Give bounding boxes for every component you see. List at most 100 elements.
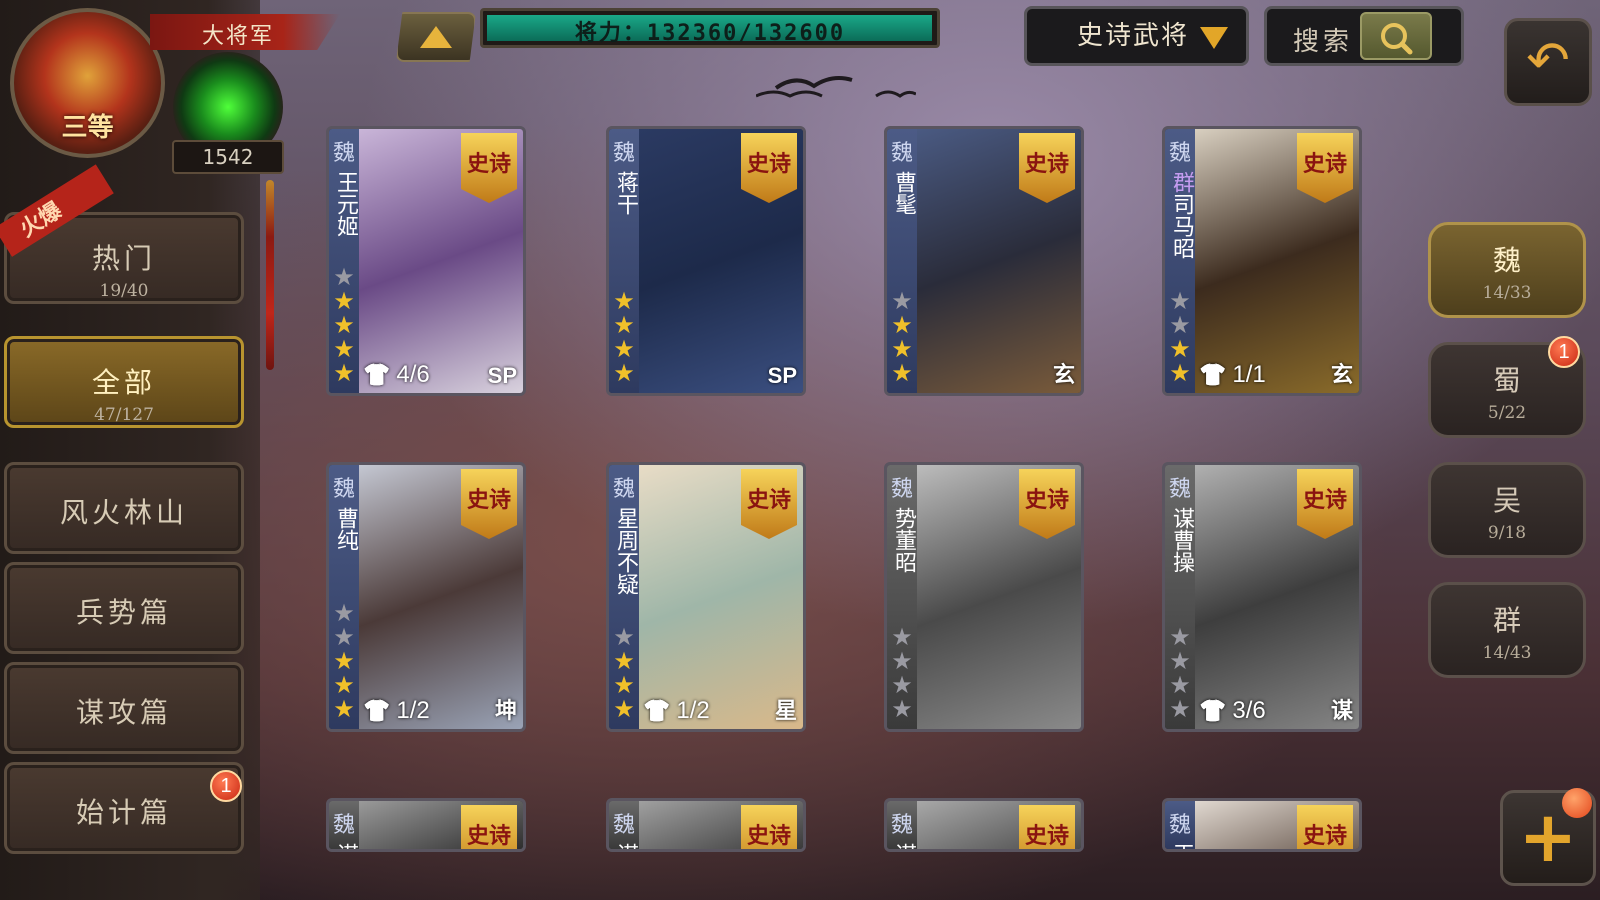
faction-tab-wei[interactable]: 魏 14/33 bbox=[1428, 222, 1586, 318]
skin-count: 👕 1/2 bbox=[363, 697, 430, 725]
skin-count-value: 4/6 bbox=[396, 361, 430, 388]
hero-card[interactable]: 魏王 史诗 bbox=[1162, 798, 1362, 852]
star-rating: ★ ★ ★ ★ bbox=[611, 625, 637, 721]
shirt-icon: 👕 bbox=[363, 698, 391, 723]
star-filled-icon: ★ bbox=[613, 671, 635, 699]
notification-badge: 1 bbox=[1548, 336, 1580, 368]
card-hero-name: 王元姬 bbox=[333, 171, 358, 237]
star-empty-icon: ★ bbox=[1169, 671, 1191, 699]
card-hero-name: 星周不疑 bbox=[613, 507, 638, 595]
hero-card[interactable]: 魏谋 史诗 bbox=[326, 798, 526, 852]
birds-decoration bbox=[755, 66, 917, 110]
power-text: 将力：132360/132600 bbox=[574, 21, 846, 46]
back-button[interactable]: ↶ bbox=[1504, 18, 1592, 106]
star-empty-icon: ★ bbox=[1169, 311, 1191, 339]
category-shiji[interactable]: 始计篇 bbox=[4, 762, 244, 854]
epic-filter-dropdown[interactable]: 史诗武将 bbox=[1024, 6, 1249, 66]
notification-badge: 1 bbox=[210, 770, 242, 802]
category-all[interactable]: 全部 47/127 bbox=[4, 336, 244, 428]
hero-card[interactable]: 魏星周不疑 ★ ★ ★ ★ 史诗 👕 1/2 星 bbox=[606, 462, 806, 732]
category-bingshi[interactable]: 兵势篇 bbox=[4, 562, 244, 654]
star-empty-icon: ★ bbox=[613, 623, 635, 651]
star-empty-icon: ★ bbox=[333, 623, 355, 651]
title-banner: 大将军 bbox=[150, 14, 340, 50]
hero-card[interactable]: 魏群司马昭 ★ ★ ★ ★ 史诗 👕 1/1 玄 bbox=[1162, 126, 1362, 396]
collapse-button[interactable] bbox=[396, 12, 476, 62]
star-empty-icon: ★ bbox=[1169, 287, 1191, 315]
star-rating: ★ ★ ★ ★ bbox=[889, 289, 915, 385]
card-hero-name: 谋曹操 bbox=[1169, 507, 1194, 573]
star-filled-icon: ★ bbox=[1169, 335, 1191, 363]
card-faction: 魏 bbox=[1169, 813, 1192, 838]
category-mougong[interactable]: 谋攻篇 bbox=[4, 662, 244, 754]
star-empty-icon: ★ bbox=[891, 671, 913, 699]
card-faction-secondary: 群 bbox=[1169, 171, 1194, 193]
category-label: 始计篇 bbox=[75, 796, 172, 829]
hero-card[interactable]: 魏势董昭 ★ ★ ★ ★ 史诗 bbox=[884, 462, 1084, 732]
card-faction: 魏 bbox=[333, 141, 356, 166]
card-hero-name: 谋 bbox=[332, 843, 358, 849]
category-count: 19/40 bbox=[99, 281, 149, 301]
card-faction: 魏 bbox=[613, 141, 636, 166]
faction-tab-qun[interactable]: 群 14/43 bbox=[1428, 582, 1586, 678]
star-filled-icon: ★ bbox=[613, 359, 635, 387]
star-rating: ★ ★ ★ ★ ★ bbox=[331, 601, 357, 721]
star-filled-icon: ★ bbox=[333, 671, 355, 699]
category-count: 47/127 bbox=[94, 405, 154, 425]
hero-card[interactable]: 魏曹髦 ★ ★ ★ ★ 史诗玄 bbox=[884, 126, 1084, 396]
back-arrow-icon: ↶ bbox=[1526, 31, 1570, 91]
star-filled-icon: ★ bbox=[1169, 359, 1191, 387]
hero-card[interactable]: 魏蒋干 ★ ★ ★ ★ 史诗 SP bbox=[606, 126, 806, 396]
card-type-tag: 玄 bbox=[1052, 362, 1075, 387]
epic-badge: 史诗 bbox=[461, 133, 517, 203]
faction-count: 14/33 bbox=[1482, 283, 1532, 303]
hero-card[interactable]: 魏曹纯 ★ ★ ★ ★ ★ 史诗 👕 1/2 坤 bbox=[326, 462, 526, 732]
search-icon bbox=[1381, 23, 1413, 55]
star-empty-icon: ★ bbox=[891, 623, 913, 651]
rank-emblem[interactable]: 三等 bbox=[10, 8, 165, 158]
search-label: 搜索 bbox=[1293, 27, 1354, 57]
hero-card[interactable]: 魏谋 史诗 bbox=[606, 798, 806, 852]
epic-badge: 史诗 bbox=[1019, 469, 1075, 539]
card-hero-name: 蒋干 bbox=[613, 171, 638, 215]
star-filled-icon: ★ bbox=[333, 335, 355, 363]
notification-dot bbox=[1562, 788, 1592, 818]
card-hero-name: 群司马昭 bbox=[1168, 171, 1194, 259]
star-rating: ★ ★ ★ ★ bbox=[611, 289, 637, 385]
epic-badge: 史诗 bbox=[1297, 133, 1353, 203]
star-filled-icon: ★ bbox=[613, 695, 635, 723]
title-label: 大将军 bbox=[202, 24, 275, 49]
category-label: 风火林山 bbox=[59, 496, 188, 529]
star-filled-icon: ★ bbox=[613, 311, 635, 339]
hero-card[interactable]: 魏谋曹操 ★ ★ ★ ★ 史诗 👕 3/6 谋 bbox=[1162, 462, 1362, 732]
card-faction: 魏 bbox=[613, 813, 636, 838]
card-faction: 魏 bbox=[613, 477, 636, 502]
card-hero-name-text: 司马昭 bbox=[1169, 193, 1194, 259]
star-filled-icon: ★ bbox=[333, 287, 355, 315]
skin-count: 👕 1/1 bbox=[1199, 361, 1266, 389]
shirt-icon: 👕 bbox=[1199, 362, 1227, 387]
faction-count: 14/43 bbox=[1482, 643, 1532, 663]
category-fenghuolinshan[interactable]: 风火林山 bbox=[4, 462, 244, 554]
card-type-tag: 玄 bbox=[1330, 362, 1353, 387]
faction-label: 吴 bbox=[1492, 484, 1521, 517]
star-rating: ★ ★ ★ ★ bbox=[1167, 625, 1193, 721]
card-hero-name: 曹纯 bbox=[333, 507, 358, 551]
star-filled-icon: ★ bbox=[613, 287, 635, 315]
skin-count-value: 1/2 bbox=[396, 697, 430, 724]
star-filled-icon: ★ bbox=[333, 311, 355, 339]
faction-tab-wu[interactable]: 吴 9/18 bbox=[1428, 462, 1586, 558]
epic-badge: 史诗 bbox=[741, 805, 797, 849]
star-rating: ★ ★ ★ ★ bbox=[889, 625, 915, 721]
hero-card[interactable]: 魏谋 史诗 bbox=[884, 798, 1084, 852]
epic-badge: 史诗 bbox=[1297, 469, 1353, 539]
card-type-tag: SP bbox=[487, 363, 517, 388]
card-type-tag: 坤 bbox=[494, 698, 517, 723]
hero-card[interactable]: 魏王元姬 ★ ★ ★ ★ ★ 史诗 👕 4/6 SP bbox=[326, 126, 526, 396]
card-faction: 魏 bbox=[1169, 141, 1192, 166]
star-empty-icon: ★ bbox=[891, 647, 913, 675]
star-filled-icon: ★ bbox=[333, 695, 355, 723]
card-faction: 魏 bbox=[333, 813, 356, 838]
search-button[interactable] bbox=[1360, 12, 1432, 60]
card-faction: 魏 bbox=[333, 477, 356, 502]
